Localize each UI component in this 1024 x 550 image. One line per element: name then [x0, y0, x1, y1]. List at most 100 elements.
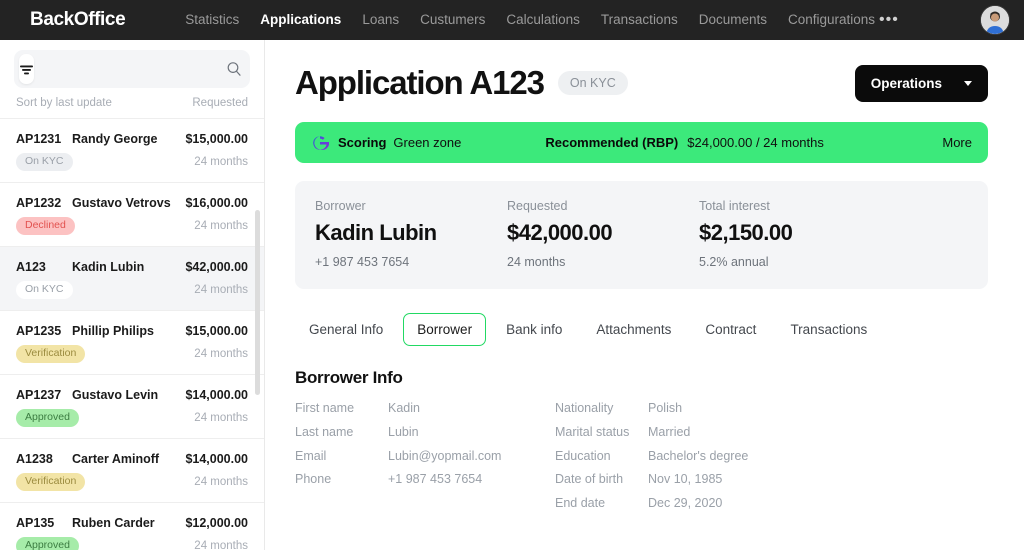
list-item[interactable]: A1238Carter Aminoff$14,000.00Verificatio… [0, 438, 264, 502]
fields-column-right: NationalityMarital statusEducationDate o… [555, 402, 748, 511]
list-item-bottom: Verification24 months [16, 473, 248, 491]
tab-contract[interactable]: Contract [691, 313, 770, 346]
list-item-top: AP1235Phillip Philips$15,000.00 [16, 324, 248, 338]
list-item[interactable]: A123Kadin Lubin $42,000.00 On KYC 24 months [0, 246, 264, 310]
application-id: AP1235 [16, 324, 62, 338]
term-label: 24 months [194, 412, 248, 424]
list-item-top: AP1237 Gustavo Levin $14,000.00 [16, 388, 248, 402]
field-value: Nov 10, 1985 [648, 473, 748, 487]
status-badge: Verification [16, 345, 85, 363]
list-item-identity: AP1237 Gustavo Levin [16, 388, 158, 402]
sort-row: Sort by last update Requested [0, 88, 264, 118]
applicant-name: Carter Aminoff [72, 452, 159, 466]
summary-value: $42,000.00 [507, 220, 699, 246]
avatar[interactable] [980, 5, 1010, 35]
recommended-value: $24,000.00 / 24 months [687, 135, 824, 150]
tab-attachments[interactable]: Attachments [582, 313, 685, 346]
nav-item-loans[interactable]: Loans [362, 0, 399, 40]
summary-column: Total interest $2,150.00 5.2% annual [699, 199, 891, 269]
list-item[interactable]: AP1235Phillip Philips$15,000.00 Verificat… [0, 310, 264, 374]
tab-transactions[interactable]: Transactions [776, 313, 881, 346]
summary-value: $2,150.00 [699, 220, 891, 246]
page-title: Application A123 [295, 64, 544, 102]
list-item[interactable]: AP1232Gustavo Vetrovs$16,000.00Declined2… [0, 182, 264, 246]
applicant-name: Gustavo Levin [72, 388, 158, 402]
summary-label: Total interest [699, 199, 891, 213]
list-item-bottom: Verification 24 months [16, 345, 248, 363]
status-badge: On KYC [558, 71, 628, 95]
requested-amount: $14,000.00 [185, 452, 248, 466]
main-nav: Statistics Applications Loans Custumers Calc… [185, 0, 875, 40]
nav-item-applications[interactable]: Applications [260, 0, 341, 40]
status-badge: On KYC [16, 153, 73, 171]
term-label: 24 months [194, 348, 248, 360]
list-item[interactable]: AP1231Randy George$15,000.00 On KYC 24 mon… [0, 118, 264, 182]
scoring-banner: Scoring Green zone Recommended (RBP) $24… [295, 122, 988, 163]
requested-amount: $14,000.00 [185, 388, 248, 402]
title-group: Application A123 On KYC [295, 64, 628, 102]
field-label: Nationality [555, 402, 648, 416]
search-icon[interactable] [226, 61, 242, 77]
list-item-bottom: Declined24 months [16, 217, 248, 235]
search-bar [14, 50, 250, 88]
list-item-identity: AP135Ruben Carder [16, 516, 155, 530]
applications-sidebar: Sort by last update Requested AP1231Rand… [0, 40, 265, 550]
page-header: Application A123 On KYC Operations [295, 64, 988, 102]
summary-card: BorrowerKadin Lubin+1 987 453 7654Reques… [295, 181, 988, 289]
fields-column-left: First nameLast nameEmailPhone KadinLubin… [295, 402, 555, 511]
nav-item-transactions[interactable]: Transactions [601, 0, 678, 40]
list-item-bottom: On KYC 24 months [16, 153, 248, 171]
brand-logo[interactable]: BackOffice [30, 9, 125, 31]
list-item-top: AP1231Randy George$15,000.00 [16, 132, 248, 146]
search-input[interactable] [34, 50, 226, 88]
summary-sub: 5.2% annual [699, 255, 891, 269]
summary-label: Borrower [315, 199, 507, 213]
nav-more-icon[interactable]: ••• [879, 11, 899, 29]
filter-icon[interactable] [19, 54, 34, 84]
nav-item-documents[interactable]: Documents [699, 0, 767, 40]
summary-sub: +1 987 453 7654 [315, 255, 507, 269]
right-values: PolishMarriedBachelor's degreeNov 10, 19… [648, 402, 748, 511]
scoring-zone: Green zone [393, 135, 461, 150]
requested-amount: $42,000.00 [185, 260, 248, 274]
tab-bank-info[interactable]: Bank info [492, 313, 576, 346]
term-label: 24 months [194, 156, 248, 168]
borrower-fields: First nameLast nameEmailPhone KadinLubin… [295, 402, 988, 511]
term-label: 24 months [194, 284, 248, 296]
magnifier-icon [226, 61, 242, 77]
summary-sub: 24 months [507, 255, 699, 269]
operations-button[interactable]: Operations [855, 65, 988, 102]
filter-lines-icon [19, 63, 34, 76]
requested-amount: $15,000.00 [185, 324, 248, 338]
field-value: Kadin [388, 402, 501, 416]
nav-item-configurations[interactable]: Configurations [788, 0, 875, 40]
nav-item-statistics[interactable]: Statistics [185, 0, 239, 40]
nav-item-custumers[interactable]: Custumers [420, 0, 485, 40]
list-item-bottom: Approved24 months [16, 537, 248, 550]
list-item[interactable]: AP1237 Gustavo Levin $14,000.00 Approved 24 … [0, 374, 264, 438]
list-item-identity: A123Kadin Lubin [16, 260, 144, 274]
field-value: Lubin [388, 426, 501, 440]
status-badge: Verification [16, 473, 85, 491]
right-labels: NationalityMarital statusEducationDate o… [555, 402, 648, 511]
list-item[interactable]: AP135Ruben Carder$12,000.00 Approved24 mo… [0, 502, 264, 550]
tab-general-info[interactable]: General Info [295, 313, 397, 346]
field-label: Date of birth [555, 473, 648, 487]
applicant-name: Randy George [72, 132, 157, 146]
list-item-top: AP135Ruben Carder$12,000.00 [16, 516, 248, 530]
tab-borrower[interactable]: Borrower [403, 313, 486, 346]
field-label: Phone [295, 473, 388, 487]
requested-column-label[interactable]: Requested [192, 97, 248, 109]
scoring-g-logo-icon [311, 134, 329, 152]
sort-by-label[interactable]: Sort by last update [16, 97, 112, 109]
search-section [0, 40, 264, 88]
summary-column: BorrowerKadin Lubin+1 987 453 7654 [315, 199, 507, 269]
application-id: A123 [16, 260, 62, 274]
sidebar-scrollbar[interactable] [255, 210, 260, 395]
application-id: AP1237 [16, 388, 62, 402]
chevron-down-icon [964, 81, 972, 86]
scoring-more-link[interactable]: More [942, 135, 972, 150]
nav-item-calculations[interactable]: Calculations [506, 0, 580, 40]
status-badge: Approved [16, 409, 79, 427]
status-badge: On KYC [16, 281, 73, 299]
